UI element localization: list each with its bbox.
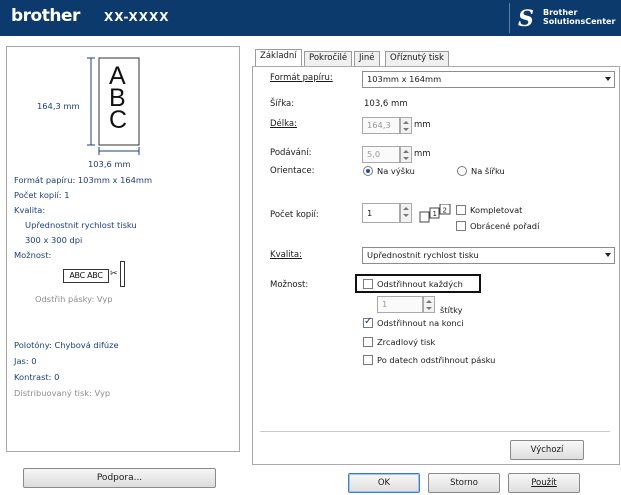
brother-logo: brother — [11, 6, 80, 26]
summary-halftone: Polotóny: Chybová difúze — [14, 340, 119, 350]
panel-divider — [260, 431, 610, 432]
feed-input[interactable]: 5,0 — [362, 146, 400, 163]
copies-input[interactable]: 1 — [362, 203, 400, 223]
summary-contrast: Kontrast: 0 — [14, 372, 60, 382]
support-button[interactable]: Podpora... — [23, 468, 216, 488]
summary-resolution: 300 x 300 dpi — [25, 235, 83, 245]
cut-at-end-label: Odstřihnout na konci — [377, 318, 464, 328]
model-name: XX-XXXX — [104, 10, 170, 24]
length-input[interactable]: 164,3 — [362, 117, 400, 134]
tape-end-mark — [120, 261, 125, 287]
basic-settings-panel — [252, 66, 620, 465]
cancel-button[interactable]: Storno — [428, 473, 500, 493]
summary-tape-cut: Odstřih pásky: Vyp — [35, 294, 113, 304]
preview-letters: ABC — [109, 62, 128, 134]
cut-after-data-label: Po datech odstřihnout pásku — [377, 355, 496, 365]
copies-stack-icon: 1 2 — [419, 204, 451, 223]
copies-stepper[interactable] — [400, 203, 412, 223]
orientation-landscape-label: Na šířku — [471, 166, 505, 176]
summary-quality-label: Kvalita: — [14, 205, 46, 215]
scissors-icon: ✂ — [110, 269, 118, 279]
length-stepper[interactable] — [400, 117, 412, 134]
summary-brightness: Jas: 0 — [14, 356, 37, 366]
apply-button[interactable]: Použít — [508, 473, 580, 493]
summary-quality-value: Upřednostnit rychlost tisku — [25, 220, 137, 230]
width-value: 103,6 mm — [364, 99, 408, 109]
quality-label: Kvalita: — [270, 250, 302, 260]
tab-other[interactable]: Jiné — [354, 51, 380, 66]
mirror-print-checkbox[interactable] — [363, 337, 373, 347]
quality-select[interactable]: Upřednostnit rychlost tisku — [362, 247, 615, 264]
cut-preview: ABC ABC — [63, 269, 109, 283]
app-header: brother XX-XXXX S Brother SolutionsCente… — [0, 0, 621, 36]
cut-every-checkbox[interactable] — [363, 279, 373, 289]
preview-height-label: 164,3 mm — [37, 101, 80, 111]
cut-at-end-checkbox[interactable] — [363, 316, 373, 328]
cut-after-data-checkbox[interactable] — [363, 355, 373, 365]
paper-format-label: Formát papíru: — [270, 73, 333, 83]
reverse-order-label: Obrácené pořadí — [470, 221, 540, 231]
paper-format-select[interactable]: 103mm x 164mm — [362, 71, 615, 88]
orientation-landscape-radio[interactable] — [457, 166, 467, 176]
feed-label: Podávání: — [270, 148, 312, 158]
orientation-portrait-label: Na výšku — [377, 166, 415, 176]
default-button[interactable]: Výchozí — [510, 440, 584, 460]
summary-distributed: Distribuovaný tisk: Vyp — [14, 388, 111, 398]
tab-basic[interactable]: Základní — [255, 49, 302, 67]
preview-width-label: 103,6 mm — [88, 159, 131, 169]
orientation-label: Orientace: — [270, 166, 315, 176]
solutions-center-link[interactable]: S Brother SolutionsCenter — [509, 3, 621, 33]
collate-label: Kompletovat — [470, 205, 523, 215]
summary-options-label: Možnost: — [14, 250, 52, 260]
solutions-center-icon: S — [518, 6, 534, 32]
length-label: Délka: — [270, 119, 297, 129]
cut-every-unit: štítky — [440, 305, 463, 315]
reverse-order-checkbox[interactable] — [456, 221, 466, 231]
tab-advanced[interactable]: Pokročilé — [304, 51, 353, 66]
copies-label: Počet kopií: — [270, 210, 319, 220]
feed-unit: mm — [414, 149, 431, 159]
mirror-print-label: Zrcadlový tisk — [377, 337, 436, 347]
dropdown-arrow-icon — [605, 77, 611, 81]
ok-button[interactable]: OK — [348, 473, 420, 493]
width-label: Šířka: — [270, 99, 295, 109]
summary-copies: Počet kopií: 1 — [14, 190, 70, 200]
options-label: Možnost: — [270, 280, 309, 290]
dropdown-arrow-icon — [605, 253, 611, 257]
tab-cropped-print[interactable]: Oříznutý tisk — [385, 51, 449, 66]
length-unit: mm — [414, 120, 431, 130]
settings-summary-panel: ABC 164,3 mm 103,6 mm Formát papíru: 103… — [6, 46, 240, 452]
cut-every-label: Odstřihnout každých — [377, 279, 463, 289]
svg-text:2: 2 — [443, 207, 447, 215]
feed-stepper[interactable] — [400, 146, 412, 163]
svg-text:1: 1 — [433, 210, 437, 218]
cut-every-stepper[interactable] — [423, 296, 435, 313]
collate-checkbox[interactable] — [456, 205, 466, 215]
orientation-portrait-radio[interactable] — [363, 166, 373, 176]
summary-paper-format: Formát papíru: 103mm x 164mm — [14, 175, 153, 185]
cut-every-input[interactable]: 1 — [377, 296, 423, 313]
solutions-center-label: Brother SolutionsCenter — [543, 8, 616, 26]
